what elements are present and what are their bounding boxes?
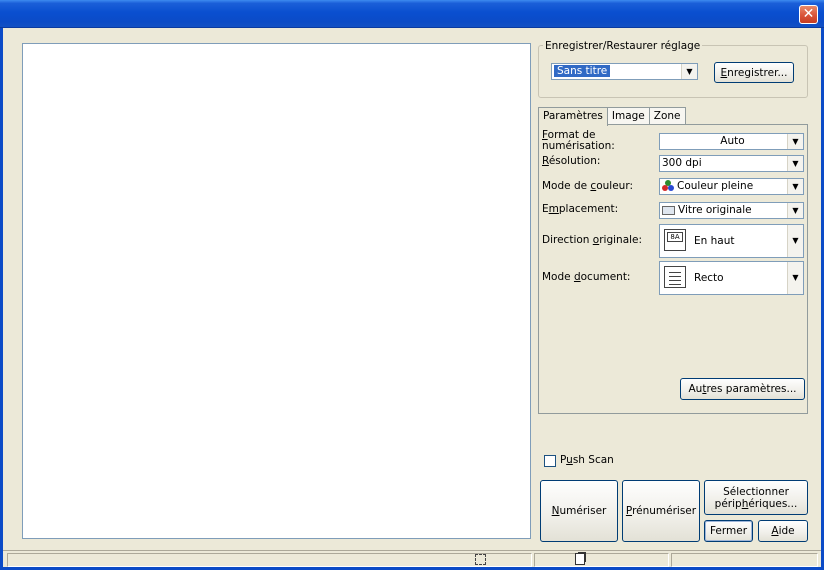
save-settings-button[interactable]: Enregistrer... [714, 62, 794, 83]
orientation-icon: 8A [664, 229, 686, 251]
close-window-button[interactable]: ✕ [799, 5, 818, 24]
color-mode-value: Couleur pleine [677, 180, 754, 192]
push-scan-label[interactable]: Push Scan [560, 455, 614, 466]
status-bar [3, 550, 821, 567]
more-settings-button[interactable]: Autres paramètres... [680, 378, 805, 400]
document-mode-select[interactable]: Recto ▼ [659, 261, 804, 295]
document-icon [664, 266, 686, 288]
chevron-down-icon[interactable]: ▼ [787, 156, 803, 171]
scan-format-label: Format de numérisation: [542, 129, 615, 152]
glass-icon [662, 205, 675, 215]
orientation-select[interactable]: 8A En haut ▼ [659, 224, 804, 258]
close-icon: ✕ [802, 6, 815, 22]
chevron-down-icon[interactable]: ▼ [787, 225, 803, 257]
scan-button[interactable]: Numériser [540, 480, 618, 542]
save-restore-group-label: Enregistrer/Restaurer réglage [543, 40, 703, 52]
tab-image[interactable]: Image [606, 107, 650, 125]
scan-format-value: Auto [720, 135, 745, 147]
resolution-select[interactable]: 300 dpi ▼ [659, 155, 804, 172]
document-mode-label: Mode document: [542, 271, 631, 283]
help-button[interactable]: Aide [758, 520, 808, 542]
title-bar[interactable]: ✕ [0, 0, 824, 28]
resolution-label: Résolution: [542, 155, 601, 167]
status-cell-main [7, 553, 532, 567]
location-value: Vitre originale [678, 204, 752, 216]
chevron-down-icon[interactable]: ▼ [787, 203, 803, 218]
chevron-down-icon[interactable]: ▼ [681, 64, 697, 79]
chevron-down-icon[interactable]: ▼ [787, 179, 803, 194]
settings-tabs: Paramètres Image Zone [538, 107, 686, 126]
scan-format-select[interactable]: Auto ▼ [659, 133, 804, 150]
prescan-button[interactable]: Prénumériser [622, 480, 700, 542]
close-button[interactable]: Fermer [704, 520, 753, 542]
preset-select[interactable]: Sans titre ▼ [551, 63, 698, 80]
select-devices-button[interactable]: Sélectionner périphériques... [704, 480, 808, 515]
chevron-down-icon[interactable]: ▼ [787, 134, 803, 149]
chevron-down-icon[interactable]: ▼ [787, 262, 803, 294]
pages-icon [575, 553, 585, 565]
color-mode-select[interactable]: Couleur pleine ▼ [659, 178, 804, 195]
push-scan-checkbox[interactable] [544, 455, 556, 467]
location-select[interactable]: Vitre originale ▼ [659, 202, 804, 219]
color-mode-label: Mode de couleur: [542, 180, 633, 192]
resolution-value: 300 dpi [662, 157, 702, 169]
preview-area[interactable] [22, 43, 531, 539]
tab-parametres[interactable]: Paramètres [538, 107, 608, 126]
location-label: Emplacement: [542, 203, 619, 215]
orientation-label: Direction originale: [542, 234, 643, 246]
orientation-value: En haut [694, 235, 735, 247]
selection-marquee-icon [475, 554, 486, 565]
status-cell-extra [671, 553, 818, 567]
document-mode-value: Recto [694, 272, 724, 284]
status-cell-scanner [534, 553, 669, 567]
tab-zone[interactable]: Zone [648, 107, 686, 125]
preset-select-value: Sans titre [554, 65, 611, 77]
color-mode-icon [662, 180, 674, 192]
